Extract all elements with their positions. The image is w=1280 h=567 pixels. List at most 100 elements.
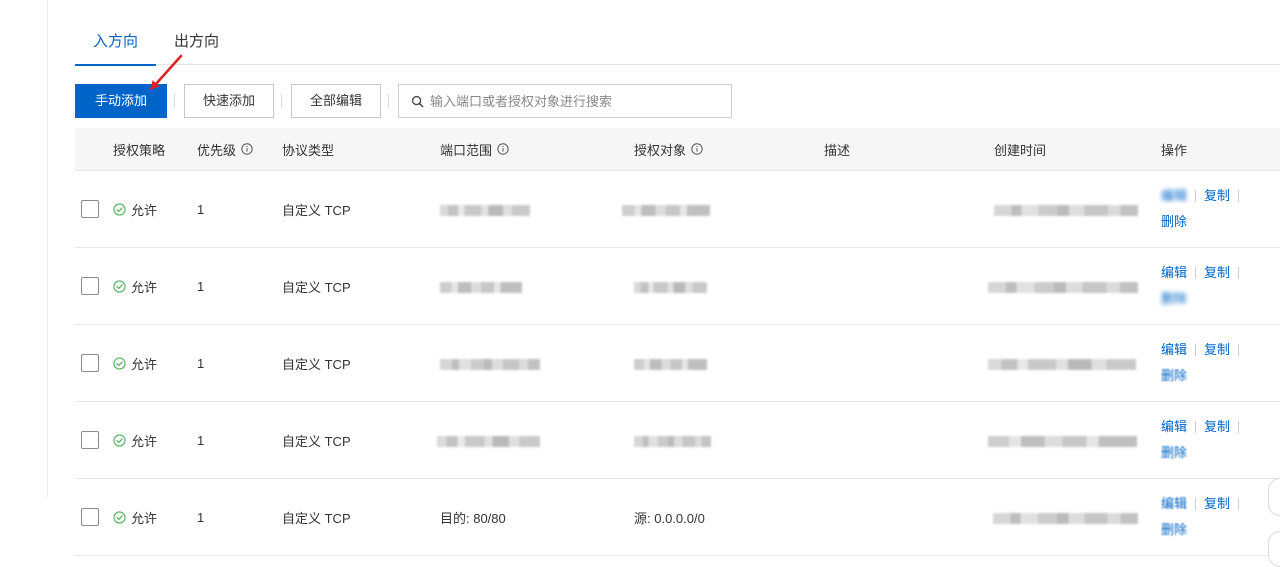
- check-circle-icon: [113, 202, 126, 216]
- action-divider: [1195, 498, 1197, 510]
- edit-all-button[interactable]: 全部编辑: [291, 84, 381, 118]
- policy-cell: 允许: [113, 354, 197, 373]
- action-divider: [1238, 267, 1240, 279]
- table-row: 允许 1 自定义 TCP 编辑 复制 删除: [75, 402, 1280, 479]
- column-header-created-time: 创建时间: [994, 140, 1161, 159]
- port-range-cell: 目的: 80/80: [440, 510, 506, 526]
- redacted-block: [994, 204, 1138, 216]
- redacted-block: [988, 435, 1137, 447]
- check-circle-icon: [113, 356, 126, 370]
- priority-cell: 1: [197, 278, 205, 294]
- row-select-cell: [75, 508, 113, 526]
- redacted-block: [440, 358, 540, 370]
- redacted-block: [437, 435, 540, 447]
- policy-cell: 允许: [113, 431, 197, 450]
- edit-link[interactable]: 编辑: [1161, 260, 1187, 286]
- redacted-block: [634, 435, 711, 447]
- copy-link[interactable]: 复制: [1204, 260, 1230, 286]
- edit-link[interactable]: 编辑: [1161, 183, 1187, 209]
- delete-link[interactable]: 删除: [1161, 286, 1187, 312]
- copy-link[interactable]: 复制: [1204, 183, 1230, 209]
- row-select-cell: [75, 277, 113, 295]
- delete-link[interactable]: 删除: [1161, 209, 1187, 235]
- created-time-cell: [994, 202, 1161, 217]
- column-header-port-range: 端口范围: [440, 140, 634, 159]
- policy-cell: 允许: [113, 508, 197, 527]
- policy-value: 允许: [131, 202, 158, 218]
- info-icon[interactable]: [241, 143, 253, 155]
- check-circle-icon: [113, 279, 126, 293]
- redacted-block: [440, 281, 522, 293]
- floating-button[interactable]: [1268, 478, 1280, 516]
- floating-button[interactable]: [1268, 531, 1280, 567]
- protocol-cell: 自定义 TCP: [282, 202, 351, 218]
- copy-link[interactable]: 复制: [1204, 337, 1230, 363]
- search-icon: [411, 95, 424, 107]
- policy-value: 允许: [131, 510, 158, 526]
- created-time-cell: [988, 433, 1161, 448]
- action-divider: [1238, 421, 1240, 433]
- delete-link[interactable]: 删除: [1161, 363, 1187, 389]
- actions-cell: 编辑 复制 删除: [1161, 414, 1280, 466]
- redacted-block: [622, 204, 710, 216]
- column-header-policy: 授权策略: [113, 140, 197, 159]
- column-label: 授权策略: [113, 142, 166, 158]
- row-checkbox[interactable]: [81, 277, 99, 295]
- redacted-block: [993, 512, 1138, 524]
- copy-link[interactable]: 复制: [1204, 414, 1230, 440]
- row-checkbox[interactable]: [81, 431, 99, 449]
- column-header-protocol: 协议类型: [282, 140, 440, 159]
- protocol-cell: 自定义 TCP: [282, 279, 351, 295]
- delete-link[interactable]: 删除: [1161, 517, 1187, 543]
- actions-cell: 编辑 复制 删除: [1161, 491, 1280, 543]
- table-row: 允许 1 自定义 TCP 编辑 复制 删除: [75, 171, 1280, 248]
- copy-link[interactable]: 复制: [1204, 491, 1230, 517]
- protocol-cell: 自定义 TCP: [282, 433, 351, 449]
- actions-cell: 编辑 复制 删除: [1161, 260, 1280, 312]
- auth-object-cell: [634, 279, 824, 294]
- column-label: 操作: [1161, 142, 1188, 158]
- redacted-block: [988, 358, 1136, 370]
- redacted-block: [634, 281, 707, 293]
- quick-add-button[interactable]: 快速添加: [184, 84, 274, 118]
- redacted-block: [440, 204, 530, 216]
- action-divider: [1195, 421, 1197, 433]
- table-row: 允许 1 自定义 TCP 编辑 复制 删除: [75, 325, 1280, 402]
- check-circle-icon: [113, 510, 126, 524]
- action-divider: [1238, 344, 1240, 356]
- row-checkbox[interactable]: [81, 200, 99, 218]
- info-icon[interactable]: [497, 143, 509, 155]
- column-label: 端口范围: [440, 142, 493, 158]
- edit-link[interactable]: 编辑: [1161, 491, 1187, 517]
- priority-cell: 1: [197, 201, 205, 217]
- search-box[interactable]: [398, 84, 732, 118]
- edit-link[interactable]: 编辑: [1161, 337, 1187, 363]
- row-select-cell: [75, 431, 113, 449]
- security-rules-table: 授权策略 优先级 协议类型 端口范围 授权对象 描述 创建时间 操作 允许 1 …: [75, 128, 1280, 556]
- action-divider: [1238, 498, 1240, 510]
- info-icon[interactable]: [691, 143, 703, 155]
- toolbar-divider: [281, 94, 282, 108]
- column-header-priority: 优先级: [197, 140, 282, 159]
- action-divider: [1195, 267, 1197, 279]
- protocol-cell: 自定义 TCP: [282, 510, 351, 526]
- priority-cell: 1: [197, 355, 205, 371]
- check-circle-icon: [113, 433, 126, 447]
- panel-left-border: [47, 0, 48, 497]
- column-label: 优先级: [197, 142, 237, 158]
- port-range-cell: [440, 356, 634, 371]
- delete-link[interactable]: 删除: [1161, 440, 1187, 466]
- actions-cell: 编辑 复制 删除: [1161, 337, 1280, 389]
- search-input[interactable]: [430, 93, 730, 109]
- action-divider: [1238, 190, 1240, 202]
- auth-object-cell: 源: 0.0.0.0/0: [634, 510, 705, 526]
- policy-cell: 允许: [113, 200, 197, 219]
- row-checkbox[interactable]: [81, 354, 99, 372]
- edit-link[interactable]: 编辑: [1161, 414, 1187, 440]
- port-range-cell: [440, 279, 634, 294]
- row-checkbox[interactable]: [81, 508, 99, 526]
- redacted-block: [988, 281, 1138, 293]
- column-label: 描述: [824, 142, 851, 158]
- policy-value: 允许: [131, 279, 158, 295]
- auth-object-cell: [634, 433, 824, 448]
